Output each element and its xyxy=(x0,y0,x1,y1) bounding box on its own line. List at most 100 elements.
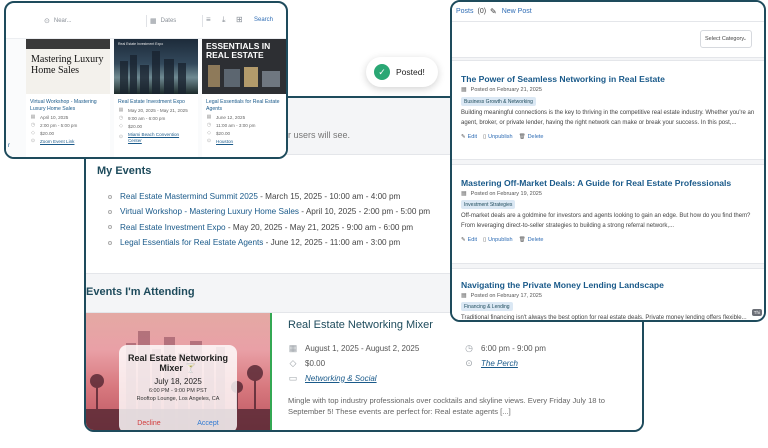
document-icon: ▯ xyxy=(483,237,487,243)
list-item: Real Estate Mastermind Summit 2025 - Mar… xyxy=(108,189,430,204)
calendar-icon: ▦ xyxy=(118,107,124,113)
card-location[interactable]: ⊙ Miami Beach Convention Center xyxy=(118,132,194,143)
event-search-panel: ⊙ Near... ▦ Dates ≡ ⤓ ⊞ Search r Mastering… xyxy=(4,1,288,159)
tag-icon: ◇ xyxy=(207,129,211,136)
my-events-title: My Events xyxy=(97,165,152,177)
location-pin-icon: ⊙ xyxy=(206,137,212,144)
post-actions: ✎ Edit ▯ Unpublish 🗑 Delete xyxy=(461,237,543,243)
post-title[interactable]: Mastering Off-Market Deals: A Guide for … xyxy=(461,178,731,188)
near-field[interactable]: ⊙ Near... xyxy=(44,17,72,25)
thumb-title: Mastering Luxury Home Sales xyxy=(31,54,104,76)
event-description: Mingle with top industry professionals o… xyxy=(288,396,605,416)
event-when: - March 15, 2025 - 10:00 am - 4:00 pm xyxy=(257,192,401,201)
card-price: ◇ $20.00 xyxy=(119,123,143,129)
delete-button[interactable]: 🗑 Delete xyxy=(519,237,544,243)
download-icon[interactable]: ⤓ xyxy=(222,15,226,25)
event-link[interactable]: Virtual Workshop - Mastering Luxury Home… xyxy=(120,207,299,216)
event-category-link[interactable]: Networking & Social xyxy=(305,374,377,383)
my-events-list: Real Estate Mastermind Summit 2025 - Mar… xyxy=(108,189,430,250)
new-post-button[interactable]: ✎ New Post xyxy=(490,7,532,16)
edit-icon: ✎ xyxy=(461,134,466,140)
check-icon: ✓ xyxy=(374,64,390,80)
post-date: ▦ Posted on February 17, 2025 xyxy=(461,292,542,300)
chevron-down-icon: ⌄ xyxy=(742,36,747,42)
clock-icon: ◷ xyxy=(118,115,124,121)
event-card[interactable]: Real Estate Investment Expo Real Estate … xyxy=(114,39,198,157)
card-location[interactable]: ⊙ Houston xyxy=(206,137,282,145)
card-date: ▦ May 20, 2025 - May 21, 2025 xyxy=(118,107,188,113)
event-when: - May 20, 2025 - May 21, 2025 - 9:00 am … xyxy=(225,222,414,232)
card-title[interactable]: Real Estate Investment Expo xyxy=(118,99,194,106)
category-select[interactable]: Select Category ⌄ xyxy=(700,30,752,48)
decline-button[interactable]: Decline xyxy=(137,420,160,427)
invite-title: Real Estate Networking Mixer 🍸 xyxy=(127,353,229,373)
post-card: Navigating the Private Money Lending Lan… xyxy=(452,268,764,320)
card-title[interactable]: Legal Essentials for Real Estate Agents xyxy=(206,99,282,112)
near-placeholder: Near... xyxy=(53,18,72,24)
clock-icon: ◷ xyxy=(206,121,212,128)
attending-event-card[interactable]: Real Estate Networking Mixer 🍸 July 18, … xyxy=(86,312,642,430)
event-when: - April 10, 2025 - 2:00 pm - 5:00 pm xyxy=(299,207,431,217)
list-item: Legal Essentials for Real Estate Agents … xyxy=(108,235,430,250)
invite-time: 6:00 PM - 9:00 PM PST xyxy=(148,388,208,394)
trash-icon: 🗑 xyxy=(518,237,526,243)
accept-button[interactable]: Accept xyxy=(197,420,218,427)
search-bar: ⊙ Near... ▦ Dates ≡ ⤓ ⊞ Search xyxy=(6,3,286,39)
tab-posts[interactable]: Posts (0) xyxy=(456,8,486,15)
post-date: ▦ Posted on February 19, 2025 xyxy=(461,190,542,198)
grid-view-icon[interactable]: ⊞ xyxy=(236,15,243,24)
dates-field[interactable]: ▦ Dates xyxy=(150,17,176,25)
unpublish-button[interactable]: ▯ Unpublish xyxy=(483,134,513,140)
post-actions: ✎ Edit ▯ Unpublish 🗑 Delete xyxy=(461,134,543,140)
clock-icon: ◷ xyxy=(30,121,36,128)
event-card[interactable]: Mastering Luxury Home Sales Virtual Work… xyxy=(26,39,110,157)
posts-count: (0) xyxy=(477,8,487,15)
posts-panel: Posts (0) ✎ New Post Select Category ⌄ The… xyxy=(450,0,766,322)
event-thumbnail: Real Estate Investment Expo xyxy=(114,39,198,94)
posts-header: Posts (0) ✎ New Post xyxy=(452,2,764,22)
event-venue-link[interactable]: The Perch xyxy=(481,359,518,368)
thumb-photo-strip xyxy=(26,39,110,49)
event-venue-row: ⊙ The Perch xyxy=(464,358,518,368)
event-time: 6:00 pm - 9:00 pm xyxy=(481,343,546,353)
card-title[interactable]: Virtual Workshop - Mastering Luxury Home… xyxy=(30,99,106,112)
filter-icon[interactable]: ≡ xyxy=(206,15,211,24)
pencil-icon: ✎ xyxy=(490,7,497,16)
invite-date: July 18, 2025 xyxy=(154,377,202,386)
card-location[interactable]: ⊙ Zoom Event Link xyxy=(30,138,106,145)
post-category-tag[interactable]: Financing & Lending xyxy=(461,302,513,311)
filter-bar: Select Category ⌄ xyxy=(452,22,764,58)
event-dates-row: ▦ August 1, 2025 - August 2, 2025 xyxy=(288,343,420,353)
event-category-row: ▭ Networking & Social xyxy=(288,373,377,383)
thumbnail-graphic xyxy=(208,65,280,87)
event-link[interactable]: Real Estate Investment Expo xyxy=(120,223,226,232)
document-icon: ▯ xyxy=(483,134,487,140)
post-card: Mastering Off-Market Deals: A Guide for … xyxy=(452,164,764,264)
edit-button[interactable]: ✎ Edit xyxy=(461,134,477,140)
calendar-icon: ▦ xyxy=(461,293,467,299)
event-link[interactable]: Legal Essentials for Real Estate Agents xyxy=(120,238,263,247)
post-title[interactable]: Navigating the Private Money Lending Lan… xyxy=(461,280,664,290)
corner-badge: Thi xyxy=(751,309,762,316)
post-excerpt: Building meaningful connections is the k… xyxy=(461,110,755,126)
event-link[interactable]: Real Estate Mastermind Summit 2025 xyxy=(120,192,258,201)
delete-button[interactable]: 🗑 Delete xyxy=(519,134,544,140)
post-category-tag[interactable]: Investment Strategies xyxy=(461,200,516,209)
post-category-tag[interactable]: Business Growth & Networking xyxy=(461,97,536,106)
edit-button[interactable]: ✎ Edit xyxy=(461,237,477,243)
unpublish-button[interactable]: ▯ Unpublish xyxy=(483,237,513,243)
calendar-icon: ▦ xyxy=(461,191,467,197)
event-cards: r Mastering Luxury Home Sales Virtual Wo… xyxy=(6,39,286,157)
event-card[interactable]: ESSENTIALS IN REAL ESTATE Legal Essentia… xyxy=(202,39,286,157)
card-time: ◷ 9:00 am - 6:00 pm xyxy=(118,115,166,121)
post-title[interactable]: The Power of Seamless Networking in Real… xyxy=(461,74,665,84)
dates-placeholder: Dates xyxy=(160,18,177,24)
invite-card: Real Estate Networking Mixer 🍸 July 18, … xyxy=(119,345,237,430)
partial-description: r users will see. xyxy=(288,130,351,140)
calendar-icon: ▦ xyxy=(461,87,467,93)
event-time-row: ◷ 6:00 pm - 9:00 pm xyxy=(464,343,546,353)
tag-icon: ◇ xyxy=(119,123,123,129)
search-button[interactable]: Search xyxy=(254,17,273,23)
event-price: $0.00 xyxy=(305,358,326,368)
tag-icon: ◇ xyxy=(289,358,297,368)
